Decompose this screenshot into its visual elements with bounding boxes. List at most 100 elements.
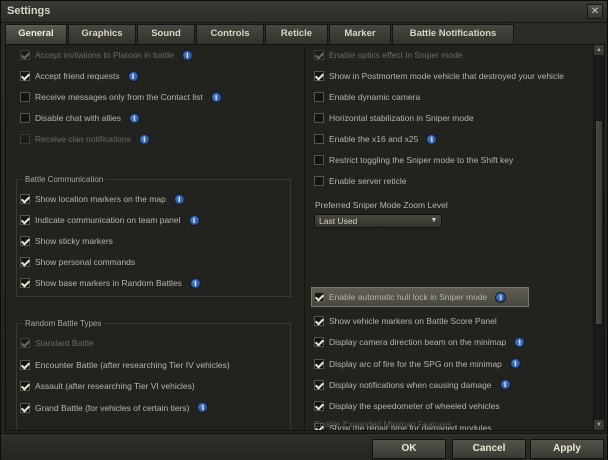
checkbox-item[interactable]: Show personal commands	[20, 255, 135, 269]
checkbox-unchecked[interactable]	[314, 92, 324, 102]
checkbox-item[interactable]: Show vehicle markers on Battle Score Pan…	[314, 314, 497, 328]
checkbox-checked[interactable]	[314, 316, 324, 326]
zoom-level-label: Preferred Sniper Mode Zoom Level	[315, 200, 448, 210]
checkbox-item[interactable]: Display camera direction beam on the min…	[314, 335, 526, 349]
apply-button[interactable]: Apply	[530, 439, 604, 459]
checkbox-item[interactable]: Show base markers in Random Battles i	[20, 276, 201, 290]
checkbox-checked[interactable]	[314, 337, 324, 348]
info-icon[interactable]: i	[127, 70, 139, 82]
checkbox-item[interactable]: Show in Postmortem mode vehicle that des…	[314, 69, 564, 83]
scrollbar[interactable]: ▲ ▼	[593, 45, 604, 430]
checkbox-item[interactable]: Display the speedometer of wheeled vehic…	[314, 399, 500, 413]
checkbox-label: Show location markers on the map	[35, 194, 166, 204]
info-icon[interactable]: i	[495, 291, 507, 303]
checkbox-unchecked[interactable]	[314, 113, 324, 123]
checkbox-unchecked[interactable]	[314, 134, 324, 144]
checkbox-checked[interactable]	[20, 257, 30, 267]
checkbox-item[interactable]: Accept invitations to Platoon in battle i	[20, 48, 193, 62]
checkbox-label: Disable chat with allies	[35, 113, 121, 123]
info-icon[interactable]: i	[181, 49, 193, 61]
checkbox-checked[interactable]	[20, 71, 30, 81]
checkbox-label: Enable the x16 and x25	[329, 134, 419, 144]
checkbox-checked[interactable]	[20, 194, 30, 204]
info-icon[interactable]: i	[499, 379, 511, 391]
checkbox-label: Display the speedometer of wheeled vehic…	[329, 401, 500, 412]
checkbox-checked[interactable]	[314, 379, 324, 390]
checkbox-checked[interactable]	[20, 359, 30, 370]
info-icon[interactable]: i	[128, 112, 140, 124]
checkbox-label: Grand Battle (for vehicles of certain ti…	[35, 402, 190, 413]
checkbox-checked[interactable]	[20, 215, 30, 225]
checkbox-item[interactable]: Receive messages only from the Contact l…	[20, 90, 222, 104]
checkbox-item[interactable]: Restrict toggling the Sniper mode to the…	[314, 153, 513, 167]
scroll-down-icon[interactable]: ▼	[594, 420, 604, 430]
checkbox-item[interactable]: Encounter Battle (after researching Tier…	[20, 358, 230, 372]
checkbox-item[interactable]: Enable the x16 and x25 i	[314, 132, 438, 146]
checkbox-item[interactable]: Display notifications when causing damag…	[314, 378, 511, 392]
checkbox-unchecked[interactable]	[314, 155, 324, 165]
checkbox-unchecked[interactable]	[314, 176, 324, 186]
scroll-thumb[interactable]	[595, 120, 603, 325]
tab-graphics[interactable]: Graphics	[68, 24, 136, 44]
checkbox-label: Horizontal stabilization in Sniper mode	[329, 113, 474, 123]
tab-general[interactable]: General	[5, 24, 67, 44]
checkbox-checked[interactable]	[314, 292, 324, 302]
settings-content[interactable]: Accept invitations to Platoon in battle i…	[5, 44, 605, 431]
zoom-level-value: Last Used	[319, 216, 358, 226]
checkbox-label: Display arc of fire for the SPG on the m…	[329, 358, 502, 369]
checkbox-item[interactable]: Enable server reticle	[314, 174, 406, 188]
tab-sound[interactable]: Sound	[137, 24, 195, 44]
checkbox-checked[interactable]	[314, 358, 324, 369]
checkbox-checked[interactable]	[20, 278, 30, 288]
checkbox-item[interactable]: Receive clan notifications i	[20, 132, 150, 146]
checkbox-item[interactable]: Disable chat with allies i	[20, 111, 140, 125]
info-icon[interactable]: i	[138, 133, 150, 145]
checkbox-item[interactable]: Show sticky markers	[20, 234, 113, 248]
checkbox-item[interactable]: Standard Battle	[20, 336, 94, 350]
checkbox-unchecked	[20, 134, 30, 144]
checkbox-label: Receive clan notifications	[35, 134, 131, 144]
checkbox-item[interactable]: Display arc of fire for the SPG on the m…	[314, 357, 521, 371]
tab-bar: General Graphics Sound Controls Reticle …	[5, 23, 515, 44]
cancel-button[interactable]: Cancel	[452, 439, 526, 459]
checkbox-item[interactable]: Grand Battle (for vehicles of certain ti…	[20, 401, 209, 415]
checkbox-item[interactable]: Indicate communication on team panel i	[20, 213, 200, 227]
checkbox-unchecked[interactable]	[20, 92, 30, 102]
checkbox-item[interactable]: Show location markers on the map i	[20, 192, 185, 206]
checkbox-item[interactable]: Assault (after researching Tier VI vehic…	[20, 379, 195, 393]
checkbox-checked[interactable]	[20, 50, 30, 60]
tab-marker[interactable]: Marker	[329, 24, 391, 44]
tab-reticle[interactable]: Reticle	[265, 24, 328, 44]
checkbox-checked[interactable]	[20, 381, 30, 391]
checkbox-item[interactable]: Enable optics effect in Sniper mode	[314, 48, 463, 62]
zoom-level-dropdown[interactable]: Last Used ▼	[314, 214, 442, 228]
info-icon[interactable]: i	[426, 133, 438, 145]
info-icon[interactable]: i	[189, 277, 201, 289]
info-icon[interactable]: i	[188, 214, 200, 226]
checkbox-label: Enable server reticle	[329, 176, 407, 186]
info-icon[interactable]: i	[514, 336, 526, 348]
info-icon[interactable]: i	[210, 91, 222, 103]
checkbox-item[interactable]: Horizontal stabilization in Sniper mode	[314, 111, 474, 125]
checkbox-label: Enable automatic hull lock in Sniper mod…	[329, 292, 488, 302]
tab-controls[interactable]: Controls	[196, 24, 264, 44]
checkbox-item[interactable]: Enable dynamic camera	[314, 90, 420, 104]
checkbox-item[interactable]: Accept friend requests i	[20, 69, 139, 83]
checkbox-unchecked[interactable]	[20, 113, 30, 123]
checkbox-label: Enable dynamic camera	[329, 92, 421, 102]
scroll-up-icon[interactable]: ▲	[594, 45, 604, 55]
checkbox-checked[interactable]	[314, 50, 324, 60]
checkbox-checked[interactable]	[314, 401, 324, 412]
ok-button[interactable]: OK	[372, 439, 446, 459]
info-icon[interactable]: i	[509, 358, 521, 370]
checkbox-checked[interactable]	[20, 402, 30, 413]
checkbox-label: Show vehicle markers on Battle Score Pan…	[329, 316, 497, 326]
checkbox-checked[interactable]	[20, 236, 30, 246]
checkbox-label: Restrict toggling the Sniper mode to the…	[329, 155, 514, 165]
checkbox-item[interactable]: Enable automatic hull lock in Sniper mod…	[314, 290, 507, 304]
close-icon[interactable]: ✕	[587, 4, 603, 19]
info-icon[interactable]: i	[173, 193, 185, 205]
checkbox-checked[interactable]	[314, 71, 324, 81]
tab-battle-notifications[interactable]: Battle Notifications	[392, 24, 514, 44]
info-icon[interactable]: i	[197, 402, 209, 413]
